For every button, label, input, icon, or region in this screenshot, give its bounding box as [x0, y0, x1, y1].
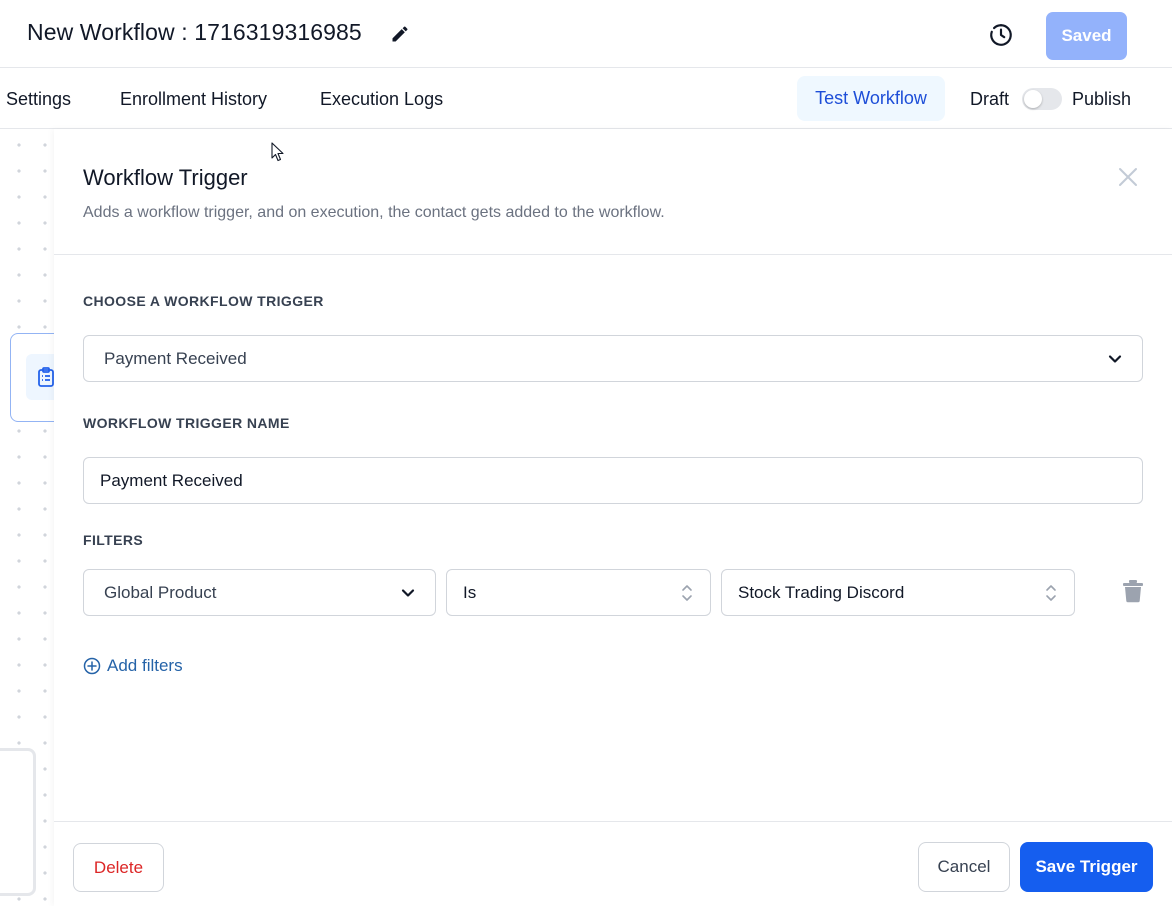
add-filters-button[interactable]: Add filters — [83, 656, 183, 676]
trigger-panel: Workflow Trigger Adds a workflow trigger… — [54, 129, 1172, 906]
trigger-name-value: Payment Received — [100, 470, 243, 490]
panel-subtitle: Adds a workflow trigger, and on executio… — [83, 204, 665, 221]
trash-icon[interactable] — [1122, 579, 1144, 603]
close-icon[interactable] — [1118, 167, 1138, 187]
cancel-button[interactable]: Cancel — [918, 842, 1010, 892]
panel-title: Workflow Trigger — [83, 165, 248, 190]
clipboard-list-icon — [38, 367, 54, 387]
filter-field-value: Global Product — [104, 582, 217, 602]
chevron-up-down-icon — [682, 584, 692, 601]
chevron-up-down-icon — [1046, 584, 1056, 601]
draft-label: Draft — [970, 89, 1010, 109]
filter-operator-select[interactable]: Is — [446, 569, 711, 616]
chevron-down-icon — [401, 588, 415, 597]
workflow-nav: Settings Enrollment History Execution Lo… — [0, 69, 1172, 129]
tab-settings[interactable]: Settings — [6, 89, 71, 110]
trigger-select[interactable]: Payment Received — [83, 335, 1143, 382]
tab-enrollment-history[interactable]: Enrollment History — [120, 89, 267, 110]
name-section-label: WORKFLOW TRIGGER NAME — [83, 415, 290, 431]
filter-operator-value: Is — [463, 582, 477, 602]
pencil-icon[interactable] — [390, 24, 410, 44]
saved-button[interactable]: Saved — [1046, 12, 1127, 60]
mouse-cursor-icon — [271, 142, 284, 162]
save-trigger-button[interactable]: Save Trigger — [1020, 842, 1153, 892]
chevron-down-icon — [1108, 354, 1122, 363]
workflow-title: New Workflow : 1716319316985 — [27, 19, 362, 45]
publish-toggle[interactable] — [1022, 88, 1062, 110]
filter-field-select[interactable]: Global Product — [83, 569, 436, 616]
publish-label: Publish — [1072, 89, 1132, 109]
filter-value-select[interactable]: Stock Trading Discord — [721, 569, 1075, 616]
filters-section-label: FILTERS — [83, 532, 144, 548]
delete-button[interactable]: Delete — [73, 843, 164, 892]
panel-divider — [54, 254, 1172, 255]
trigger-name-input[interactable]: Payment Received — [83, 457, 1143, 504]
filter-value-text: Stock Trading Discord — [738, 582, 905, 602]
test-workflow-button[interactable]: Test Workflow — [797, 76, 945, 121]
toggle-knob — [1024, 90, 1042, 108]
history-icon[interactable] — [988, 22, 1014, 48]
canvas-action-node[interactable] — [0, 748, 36, 896]
plus-circle-icon — [83, 657, 101, 675]
top-header: New Workflow : 1716319316985 Saved — [0, 0, 1172, 68]
footer-divider — [54, 821, 1172, 822]
tab-execution-logs[interactable]: Execution Logs — [320, 89, 443, 110]
add-filters-label: Add filters — [107, 656, 183, 675]
trigger-section-label: CHOOSE A WORKFLOW TRIGGER — [83, 293, 324, 309]
trigger-select-value: Payment Received — [104, 348, 247, 368]
